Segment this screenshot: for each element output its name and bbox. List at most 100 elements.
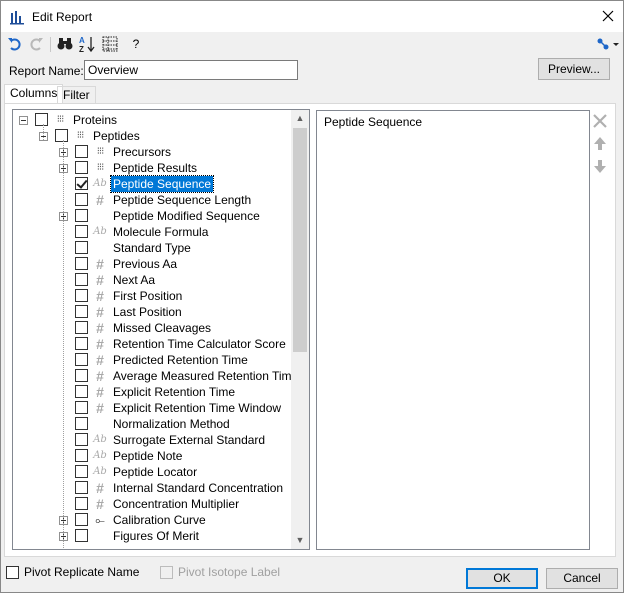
svg-text:A: A bbox=[79, 36, 85, 45]
title-bar: Edit Report bbox=[1, 1, 623, 32]
tree-node-explicit-retention-time-window[interactable]: # Explicit Retention Time Window bbox=[13, 400, 293, 416]
tree-node-peptide-sequence[interactable]: Ab Peptide Sequence bbox=[13, 175, 293, 193]
tree-checkbox[interactable] bbox=[75, 465, 88, 478]
scroll-down-icon[interactable]: ▼ bbox=[291, 532, 309, 549]
move-up-icon[interactable] bbox=[591, 135, 609, 153]
tree-checkbox[interactable] bbox=[75, 161, 88, 174]
tree-checkbox[interactable] bbox=[75, 209, 88, 222]
list-item[interactable]: Peptide Sequence bbox=[324, 115, 422, 129]
ok-button[interactable]: OK bbox=[466, 568, 538, 589]
app-icon bbox=[10, 11, 24, 25]
help-icon[interactable]: ? bbox=[127, 37, 145, 55]
tree-node-label: Explicit Retention Time Window bbox=[113, 401, 282, 415]
cancel-button[interactable]: Cancel bbox=[546, 568, 618, 589]
tree-node-label: Peptide Sequence Length bbox=[113, 193, 252, 207]
tree-node-last-position[interactable]: # Last Position bbox=[13, 304, 293, 320]
tree-node-predicted-retention-time[interactable]: # Predicted Retention Time bbox=[13, 352, 293, 368]
tree-checkbox[interactable] bbox=[75, 257, 88, 270]
tree-checkbox[interactable] bbox=[75, 513, 88, 526]
pivot-isotope-label: Pivot Isotope Label bbox=[178, 565, 281, 579]
tree-node-label: Peptide Modified Sequence bbox=[113, 209, 260, 223]
tab-columns[interactable]: Columns bbox=[4, 84, 64, 104]
tree-node-surrogate-external-standard[interactable]: Ab Surrogate External Standard bbox=[13, 432, 293, 448]
tree-checkbox[interactable] bbox=[75, 417, 88, 430]
tree-checkbox[interactable] bbox=[75, 225, 88, 238]
tree-checkbox[interactable] bbox=[75, 449, 88, 462]
tree-node-figures-of-merit[interactable]: Figures Of Merit bbox=[13, 528, 293, 544]
tree-node-retention-time-calculator-score[interactable]: # Retention Time Calculator Score bbox=[13, 336, 293, 352]
tree-checkbox[interactable] bbox=[35, 113, 48, 126]
tree-checkbox[interactable] bbox=[75, 401, 88, 414]
tree-checkbox[interactable] bbox=[75, 273, 88, 286]
pivot-replicate-checkbox[interactable] bbox=[6, 566, 19, 579]
tree-guide-line bbox=[63, 140, 64, 549]
tree-checkbox[interactable] bbox=[75, 321, 88, 334]
remove-column-icon[interactable] bbox=[591, 112, 609, 130]
tree-checkbox[interactable] bbox=[75, 241, 88, 254]
tree-node-next-aa[interactable]: # Next Aa bbox=[13, 272, 293, 288]
tree-checkbox[interactable] bbox=[75, 433, 88, 446]
tree-node-internal-standard-concentration[interactable]: # Internal Standard Concentration bbox=[13, 480, 293, 496]
tree-node-peptide-note[interactable]: Ab Peptide Note bbox=[13, 448, 293, 464]
tree-node-concentration-multiplier[interactable]: # Concentration Multiplier bbox=[13, 496, 293, 512]
tree-node-peptide-results[interactable]: ⁝⁝⁝ Peptide Results bbox=[13, 160, 293, 176]
tree-checkbox[interactable] bbox=[75, 353, 88, 366]
sort-az-icon[interactable]: A Z bbox=[78, 35, 96, 53]
collapse-icon[interactable] bbox=[19, 116, 28, 125]
tree-checkbox[interactable] bbox=[75, 193, 88, 206]
tree-node-standard-type[interactable]: Standard Type bbox=[13, 240, 293, 256]
link-type-icon: ⟜ bbox=[95, 513, 105, 527]
tree-checkbox[interactable] bbox=[55, 129, 68, 142]
selected-columns-list[interactable]: Peptide Sequence bbox=[316, 110, 590, 550]
move-down-icon[interactable] bbox=[591, 157, 609, 175]
tree-node-average-measured-retention-time[interactable]: # Average Measured Retention Time bbox=[13, 368, 298, 384]
table-type-icon: ⁝⁝⁝ bbox=[96, 146, 105, 157]
tree-node-precursors[interactable]: ⁝⁝⁝ Precursors bbox=[13, 144, 293, 160]
tree-scrollbar[interactable]: ▲ ▼ bbox=[291, 110, 309, 549]
tree-options-icon[interactable] bbox=[595, 35, 621, 53]
tree-checkbox[interactable] bbox=[75, 145, 88, 158]
tree-node-label: Molecule Formula bbox=[113, 225, 209, 239]
tree-checkbox[interactable] bbox=[75, 369, 88, 382]
tree-node-previous-aa[interactable]: # Previous Aa bbox=[13, 256, 293, 272]
tree-node-label: Average Measured Retention Time bbox=[113, 369, 299, 383]
tree-node-first-position[interactable]: # First Position bbox=[13, 288, 293, 304]
tree-checkbox[interactable] bbox=[75, 337, 88, 350]
report-name-input[interactable] bbox=[84, 60, 298, 80]
undo-icon[interactable] bbox=[6, 35, 24, 53]
tree-node-peptide-sequence-length[interactable]: # Peptide Sequence Length bbox=[13, 192, 293, 208]
tree-checkbox[interactable] bbox=[75, 529, 88, 542]
tree-node-proteins[interactable]: ⁝⁝⁝ Proteins bbox=[13, 112, 293, 128]
column-tree[interactable]: ⁝⁝⁝ Proteins ⁝⁝⁝ Peptides ⁝⁝⁝ Precursors ⁝⁝⁝ Pe… bbox=[12, 109, 310, 550]
tree-checkbox[interactable] bbox=[75, 289, 88, 302]
tree-node-normalization-method[interactable]: Normalization Method bbox=[13, 416, 293, 432]
ab-type-icon: Ab bbox=[93, 226, 107, 237]
binoculars-icon[interactable] bbox=[56, 35, 74, 53]
tab-filter[interactable]: Filter bbox=[57, 86, 96, 103]
scroll-thumb[interactable] bbox=[293, 128, 307, 352]
tree-checkbox[interactable] bbox=[75, 481, 88, 494]
tree-node-explicit-retention-time[interactable]: # Explicit Retention Time bbox=[13, 384, 293, 400]
tree-node-peptide-locator[interactable]: Ab Peptide Locator bbox=[13, 464, 293, 480]
close-icon[interactable] bbox=[599, 7, 617, 25]
tree-node-molecule-formula[interactable]: Ab Molecule Formula bbox=[13, 224, 293, 240]
report-name-label: Report Name: bbox=[9, 64, 84, 78]
tree-node-calibration-curve[interactable]: ⟜ Calibration Curve bbox=[13, 512, 293, 528]
ab-type-icon: Ab bbox=[93, 434, 107, 445]
tree-checkbox[interactable] bbox=[75, 305, 88, 318]
tree-checkbox[interactable] bbox=[75, 497, 88, 510]
hash-type-icon: # bbox=[96, 336, 104, 352]
preview-button[interactable]: Preview... bbox=[538, 58, 610, 80]
redo-icon[interactable] bbox=[27, 35, 45, 53]
columns-icon[interactable] bbox=[101, 35, 119, 53]
hash-type-icon: # bbox=[96, 256, 104, 272]
tree-checkbox[interactable] bbox=[75, 177, 88, 190]
tree-node-peptides[interactable]: ⁝⁝⁝ Peptides bbox=[13, 128, 293, 144]
pivot-isotope-checkbox[interactable] bbox=[160, 566, 173, 579]
tree-checkbox[interactable] bbox=[75, 385, 88, 398]
tree-node-label: Peptides bbox=[93, 129, 140, 143]
hash-type-icon: # bbox=[96, 288, 104, 304]
tree-node-peptide-modified-sequence[interactable]: Peptide Modified Sequence bbox=[13, 208, 293, 224]
tree-node-missed-cleavages[interactable]: # Missed Cleavages bbox=[13, 320, 293, 336]
scroll-up-icon[interactable]: ▲ bbox=[291, 110, 309, 127]
